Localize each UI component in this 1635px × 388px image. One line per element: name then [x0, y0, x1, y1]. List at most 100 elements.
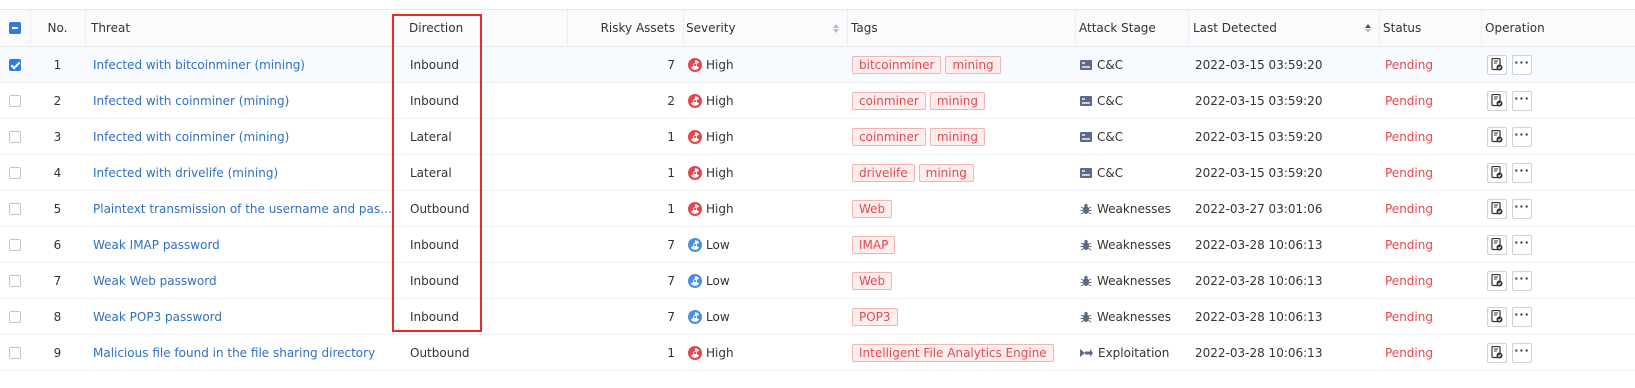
tags-cell: drivelife mining — [847, 155, 1075, 190]
row-checkbox[interactable] — [9, 202, 21, 215]
more-actions-button[interactable]: ··· — [1512, 126, 1532, 147]
row-checkbox-cell[interactable] — [0, 263, 30, 298]
tag-badge: bitcoinminer — [852, 55, 942, 74]
header-attack-stage: Attack Stage — [1079, 21, 1156, 35]
select-all-checkbox[interactable] — [9, 22, 21, 34]
status-cell: Pending — [1385, 237, 1433, 252]
more-actions-button[interactable]: ··· — [1512, 54, 1532, 75]
table-header: No. Threat Direction Risky Assets Severi… — [0, 10, 1635, 47]
threat-link[interactable]: Weak POP3 password — [93, 310, 222, 324]
row-checkbox-cell[interactable] — [0, 299, 30, 334]
row-checkbox[interactable] — [9, 310, 21, 323]
status-cell: Pending — [1385, 165, 1433, 180]
handle-ticket-button[interactable] — [1487, 342, 1507, 363]
row-checkbox[interactable] — [9, 346, 21, 359]
table-row[interactable]: 6 Weak IMAP password Inbound 7 Low IMAP Weakne… — [0, 227, 1635, 263]
threat-link[interactable]: Malicious file found in the file sharing… — [93, 346, 375, 360]
attack-stage-label: C&C — [1097, 93, 1124, 108]
table-row[interactable]: 8 Weak POP3 password Inbound 7 Low POP3 Weakne… — [0, 299, 1635, 335]
severity-sort-icon[interactable] — [833, 23, 839, 33]
radiation-low-icon — [688, 273, 702, 288]
row-number: 1 — [53, 57, 62, 72]
direction-cell: Outbound — [410, 201, 470, 216]
handle-ticket-button[interactable] — [1487, 198, 1507, 219]
table-row[interactable]: 5 Plaintext transmission of the username … — [0, 191, 1635, 227]
row-checkbox[interactable] — [9, 238, 21, 251]
attack-stage-cell: C&C — [1075, 155, 1188, 190]
header-last-detected[interactable]: Last Detected — [1188, 10, 1379, 46]
table-row[interactable]: 3 Infected with coinminer (mining) Lateral… — [0, 119, 1635, 155]
row-checkbox[interactable] — [9, 130, 21, 143]
threats-table: No. Threat Direction Risky Assets Severi… — [0, 9, 1635, 371]
more-actions-button[interactable]: ··· — [1512, 234, 1532, 255]
server-icon — [1080, 167, 1092, 178]
handle-ticket-button[interactable] — [1487, 162, 1507, 183]
row-checkbox[interactable] — [9, 58, 21, 71]
handle-ticket-button[interactable] — [1487, 126, 1507, 147]
handle-ticket-button[interactable] — [1487, 90, 1507, 111]
header-status: Status — [1383, 21, 1422, 35]
risky-assets-cell: 7 — [667, 57, 675, 72]
select-all-cell[interactable] — [0, 10, 30, 46]
row-checkbox[interactable] — [9, 274, 21, 287]
more-dots-icon: ··· — [1514, 163, 1530, 177]
attack-stage-label: C&C — [1097, 129, 1124, 144]
handle-ticket-button[interactable] — [1487, 270, 1507, 291]
bug-icon — [1080, 275, 1092, 287]
more-actions-button[interactable]: ··· — [1512, 90, 1532, 111]
header-operation: Operation — [1485, 21, 1545, 35]
row-checkbox[interactable] — [9, 166, 21, 179]
table-row[interactable]: 9 Malicious file found in the file sharin… — [0, 335, 1635, 371]
more-actions-button[interactable]: ··· — [1512, 306, 1532, 327]
row-checkbox-cell[interactable] — [0, 227, 30, 262]
handle-ticket-button[interactable] — [1487, 54, 1507, 75]
last-detected-cell: 2022-03-15 03:59:20 — [1195, 93, 1323, 108]
operation-cell: ··· — [1481, 263, 1635, 298]
severity-label: High — [706, 93, 734, 108]
threat-link[interactable]: Plaintext transmission of the username a… — [93, 202, 393, 216]
row-checkbox-cell[interactable] — [0, 83, 30, 118]
attack-stage-label: Weaknesses — [1097, 201, 1171, 216]
handle-ticket-button[interactable] — [1487, 306, 1507, 327]
row-checkbox-cell[interactable] — [0, 47, 30, 82]
attack-stage-label: Weaknesses — [1097, 237, 1171, 252]
tag-badge: mining — [945, 55, 1001, 74]
risky-assets-cell: 7 — [667, 237, 675, 252]
threat-link[interactable]: Infected with coinminer (mining) — [93, 130, 289, 144]
threat-link[interactable]: Weak Web password — [93, 274, 217, 288]
severity-label: High — [706, 129, 734, 144]
tag-badge: Intelligent File Analytics Engine — [852, 343, 1054, 362]
attack-stage-cell: C&C — [1075, 119, 1188, 154]
threat-cell: Weak IMAP password — [85, 227, 395, 262]
threat-link[interactable]: Infected with drivelife (mining) — [93, 166, 278, 180]
severity-cell: High — [683, 119, 847, 154]
table-row[interactable]: 2 Infected with coinminer (mining) Inbound… — [0, 83, 1635, 119]
row-checkbox-cell[interactable] — [0, 155, 30, 190]
server-icon — [1080, 95, 1092, 106]
more-actions-button[interactable]: ··· — [1512, 342, 1532, 363]
tag-badge: mining — [918, 163, 974, 182]
more-actions-button[interactable]: ··· — [1512, 270, 1532, 291]
threat-link[interactable]: Weak IMAP password — [93, 238, 220, 252]
threat-cell: Weak POP3 password — [85, 299, 395, 334]
row-checkbox-cell[interactable] — [0, 119, 30, 154]
severity-label: Low — [706, 309, 730, 324]
last-detected-sort-icon[interactable] — [1365, 23, 1371, 33]
handle-ticket-icon — [1491, 58, 1503, 71]
threat-link[interactable]: Infected with coinminer (mining) — [93, 94, 289, 108]
header-direction: Direction — [409, 21, 464, 35]
table-row[interactable]: 1 Infected with bitcoinminer (mining) Inbo… — [0, 47, 1635, 83]
threat-link[interactable]: Infected with bitcoinminer (mining) — [93, 58, 305, 72]
last-detected-cell: 2022-03-15 03:59:20 — [1195, 129, 1323, 144]
risky-assets-cell: 2 — [667, 93, 675, 108]
table-row[interactable]: 7 Weak Web password Inbound 7 Low Web Weakness… — [0, 263, 1635, 299]
row-checkbox[interactable] — [9, 94, 21, 107]
row-checkbox-cell[interactable] — [0, 335, 30, 370]
more-actions-button[interactable]: ··· — [1512, 162, 1532, 183]
table-row[interactable]: 4 Infected with drivelife (mining) Lateral… — [0, 155, 1635, 191]
row-checkbox-cell[interactable] — [0, 191, 30, 226]
handle-ticket-button[interactable] — [1487, 234, 1507, 255]
header-severity[interactable]: Severity — [683, 10, 847, 46]
more-actions-button[interactable]: ··· — [1512, 198, 1532, 219]
row-number: 3 — [53, 129, 62, 144]
